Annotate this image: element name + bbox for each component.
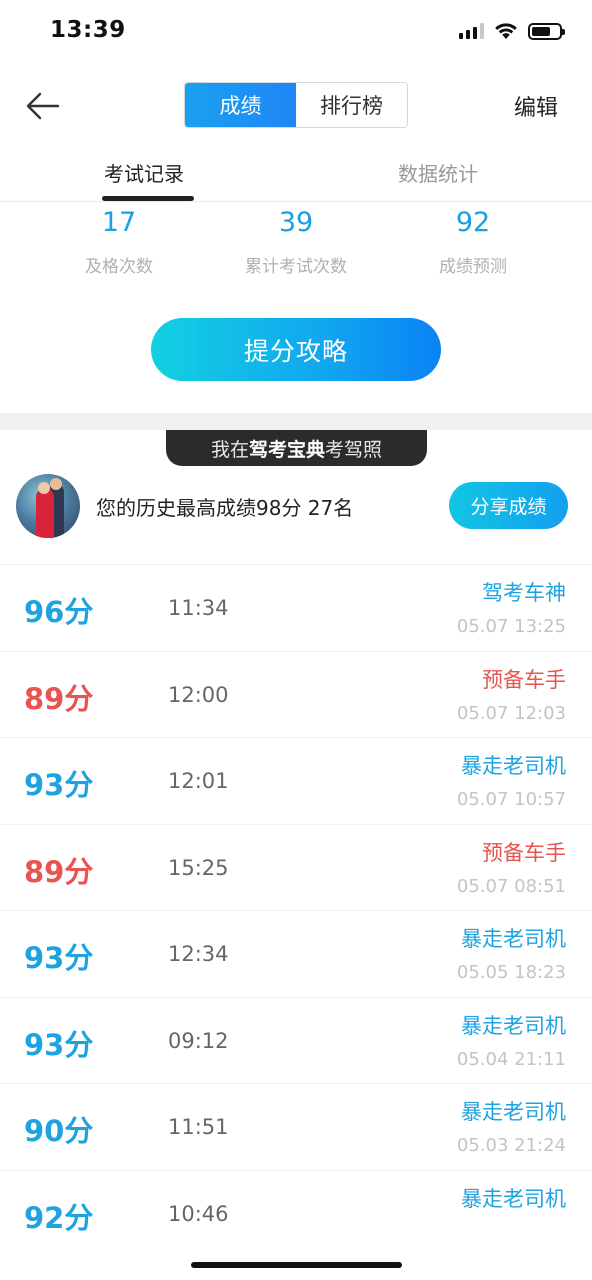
exam-record-row[interactable]: 89分 15:25 预备车手 05.07 08:51 xyxy=(0,823,592,911)
stat-value: 39 xyxy=(278,207,314,238)
stat-value: 92 xyxy=(455,207,491,238)
section-divider xyxy=(0,413,592,430)
record-title: 暴走老司机 xyxy=(461,927,566,951)
record-score: 89分 xyxy=(24,681,94,716)
stats-panel: 17 及格次数 39 累计考试次数 92 成绩预测 xyxy=(0,202,592,302)
exam-record-row[interactable]: 89分 12:00 预备车手 05.07 12:03 xyxy=(0,650,592,738)
record-title: 驾考车神 xyxy=(482,581,566,605)
record-duration: 09:12 xyxy=(168,1028,229,1053)
record-duration: 10:46 xyxy=(168,1201,229,1226)
exam-record-row[interactable]: 96分 11:34 驾考车神 05.07 13:25 xyxy=(0,564,592,651)
tab-exam-records[interactable]: 考试记录 xyxy=(104,158,184,187)
banner-brand: 驾考宝典 xyxy=(248,438,325,461)
back-arrow-icon[interactable] xyxy=(24,86,64,126)
battery-fill xyxy=(532,26,551,36)
record-score: 90分 xyxy=(24,1114,94,1148)
record-score: 89分 xyxy=(24,854,94,889)
status-icons xyxy=(459,22,565,40)
record-title: 暴走老司机 xyxy=(461,1100,566,1124)
best-score-text: 您的历史最高成绩98分 27名 xyxy=(96,496,354,520)
record-date: 05.03 21:24 xyxy=(456,1135,566,1156)
battery-icon xyxy=(528,22,565,40)
tab-leaderboard[interactable]: 排行榜 xyxy=(296,83,407,127)
status-bar: 13:39 xyxy=(0,0,592,64)
edit-button[interactable]: 编辑 xyxy=(514,90,558,122)
record-title: 暴走老司机 xyxy=(461,1013,566,1038)
record-title: 预备车手 xyxy=(482,840,566,865)
stat-label: 累计考试次数 xyxy=(245,257,347,277)
record-title: 预备车手 xyxy=(482,667,566,692)
stat-score-prediction: 92 成绩预测 xyxy=(383,202,563,277)
score-tips-button[interactable]: 提分攻略 xyxy=(151,318,441,381)
record-score: 92分 xyxy=(24,1200,94,1235)
brand-banner: 我在 驾考宝典 考驾照 xyxy=(166,430,427,466)
banner-suffix: 考驾照 xyxy=(325,438,383,461)
wifi-icon xyxy=(495,23,517,39)
home-indicator xyxy=(191,1262,402,1268)
record-date: 05.07 13:25 xyxy=(456,616,566,637)
stat-total-exams: 39 累计考试次数 xyxy=(206,202,386,277)
record-duration: 11:51 xyxy=(168,1115,229,1139)
record-duration: 12:01 xyxy=(168,769,229,793)
record-duration: 12:34 xyxy=(168,942,229,966)
exam-record-row[interactable]: 92分 10:46 暴走老司机 xyxy=(0,1169,592,1257)
stat-pass-count: 17 及格次数 xyxy=(29,202,209,277)
record-title: 暴走老司机 xyxy=(461,1186,566,1211)
record-date: 05.05 18:23 xyxy=(456,962,566,983)
exam-record-row[interactable]: 90分 11:51 暴走老司机 05.03 21:24 xyxy=(0,1083,592,1170)
signal-icon xyxy=(459,23,484,39)
record-date: 05.07 12:03 xyxy=(456,702,566,724)
stat-value: 17 xyxy=(101,207,137,238)
exam-record-row[interactable]: 93分 12:01 暴走老司机 05.07 10:57 xyxy=(0,737,592,824)
record-score: 96分 xyxy=(24,595,94,629)
record-score: 93分 xyxy=(24,768,94,802)
record-duration: 12:00 xyxy=(168,682,229,707)
status-time: 13:39 xyxy=(50,17,126,43)
segmented-control: 成绩 排行榜 xyxy=(184,82,408,128)
subtabs: 考试记录 数据统计 xyxy=(0,148,592,202)
record-score: 93分 xyxy=(24,941,94,975)
header: 成绩 排行榜 编辑 xyxy=(0,64,592,148)
record-date: 05.07 10:57 xyxy=(456,789,566,810)
record-title: 暴走老司机 xyxy=(461,754,566,778)
stat-label: 及格次数 xyxy=(85,257,153,277)
record-date: 05.07 08:51 xyxy=(456,875,566,897)
exam-records-list: 96分 11:34 驾考车神 05.07 13:25 89分 12:00 预备车手 05.07… xyxy=(0,564,592,1256)
record-score: 93分 xyxy=(24,1027,94,1062)
record-duration: 15:25 xyxy=(168,855,229,880)
record-date: 05.04 21:11 xyxy=(456,1048,566,1070)
record-duration: 11:34 xyxy=(168,596,229,620)
best-score-row: 您的历史最高成绩98分 27名 分享成绩 xyxy=(0,468,592,562)
stat-label: 成绩预测 xyxy=(439,257,507,277)
tab-scores[interactable]: 成绩 xyxy=(185,83,296,127)
exam-record-row[interactable]: 93分 09:12 暴走老司机 05.04 21:11 xyxy=(0,996,592,1084)
banner-prefix: 我在 xyxy=(210,438,249,461)
active-tab-indicator xyxy=(102,196,194,201)
share-score-button[interactable]: 分享成绩 xyxy=(449,482,568,529)
tab-data-stats[interactable]: 数据统计 xyxy=(398,158,478,187)
exam-record-row[interactable]: 93分 12:34 暴走老司机 05.05 18:23 xyxy=(0,910,592,997)
avatar[interactable] xyxy=(16,474,80,538)
